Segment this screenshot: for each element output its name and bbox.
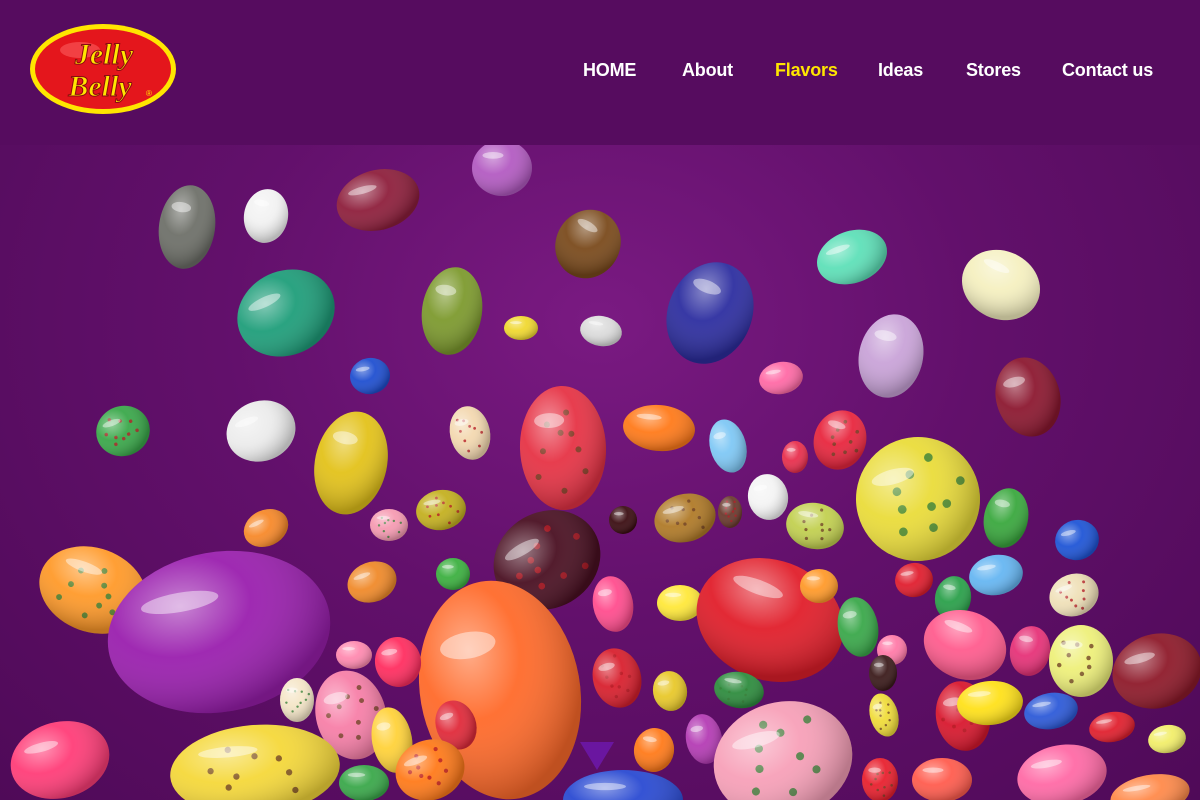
jelly-bean bbox=[718, 496, 742, 528]
jelly-bean bbox=[1148, 724, 1186, 754]
jelly-bean bbox=[862, 758, 898, 800]
jelly-bean bbox=[923, 609, 1007, 681]
jelly-bean bbox=[709, 419, 747, 473]
jelly-bean bbox=[813, 410, 867, 470]
jelly-beans-illustration bbox=[10, 145, 1200, 800]
jelly-bean bbox=[336, 641, 372, 669]
jelly-bean bbox=[623, 404, 695, 452]
jelly-bean bbox=[370, 509, 408, 541]
nav-flavors[interactable]: Flavors bbox=[775, 60, 838, 81]
jelly-bean bbox=[1089, 711, 1135, 743]
jelly-bean bbox=[895, 562, 933, 598]
jelly-bean bbox=[912, 758, 972, 800]
jelly-bean bbox=[654, 493, 716, 543]
jelly-bean bbox=[657, 585, 703, 621]
jelly-bean bbox=[858, 314, 924, 398]
jelly-bean bbox=[336, 169, 420, 231]
jelly-bean bbox=[869, 655, 897, 691]
jelly-bean bbox=[869, 693, 899, 737]
jelly-bean bbox=[817, 229, 887, 285]
main-navigation: HOME About Flavors Ideas Stores Contact … bbox=[0, 60, 1200, 86]
chevron-down-icon[interactable] bbox=[580, 742, 614, 770]
jelly-bean bbox=[243, 189, 289, 243]
jelly-bean bbox=[158, 185, 216, 269]
jelly-bean bbox=[592, 648, 642, 708]
nav-ideas[interactable]: Ideas bbox=[878, 60, 923, 81]
jelly-bean bbox=[666, 262, 754, 364]
jelly-bean bbox=[170, 724, 340, 800]
jelly-bean bbox=[747, 474, 789, 520]
jelly-bean bbox=[759, 361, 803, 395]
jelly-bean bbox=[995, 357, 1061, 437]
jelly-bean bbox=[1049, 625, 1113, 697]
jelly-bean bbox=[983, 488, 1029, 548]
jelly-bean bbox=[350, 357, 390, 395]
registered-mark: ® bbox=[146, 89, 152, 98]
jelly-bean bbox=[10, 721, 110, 799]
jelly-bean bbox=[1112, 633, 1200, 709]
jelly-bean bbox=[782, 441, 808, 473]
jelly-bean bbox=[1017, 744, 1107, 800]
jelly-bean bbox=[226, 400, 296, 462]
hero-jelly-beans-image bbox=[0, 145, 1200, 800]
site-header: Jelly Belly ® HOME About Flavors Ideas S… bbox=[0, 0, 1200, 145]
jelly-bean bbox=[652, 671, 688, 711]
jelly-bean bbox=[96, 405, 150, 457]
nav-contact-us[interactable]: Contact us bbox=[1062, 60, 1153, 81]
jelly-bean bbox=[592, 576, 634, 632]
jelly-bean bbox=[421, 267, 483, 355]
jelly-bean bbox=[837, 597, 879, 657]
nav-home[interactable]: HOME bbox=[583, 60, 636, 81]
jelly-bean bbox=[347, 561, 397, 603]
jelly-bean bbox=[1110, 774, 1190, 800]
jelly-bean bbox=[280, 678, 314, 722]
jelly-bean bbox=[633, 728, 675, 772]
jelly-bean bbox=[1055, 519, 1099, 561]
jelly-bean bbox=[416, 489, 466, 531]
jelly-bean bbox=[436, 558, 470, 590]
nav-about[interactable]: About bbox=[682, 60, 733, 81]
jelly-bean bbox=[696, 558, 844, 682]
nav-stores[interactable]: Stores bbox=[966, 60, 1021, 81]
jelly-bean bbox=[609, 506, 637, 534]
jelly-bean bbox=[519, 386, 607, 510]
jelly-bean bbox=[314, 411, 388, 515]
jelly-bean bbox=[1009, 626, 1051, 676]
jelly-bean bbox=[243, 509, 289, 547]
jelly-bean bbox=[1049, 573, 1099, 617]
jelly-bean bbox=[472, 145, 532, 196]
jelly-bean bbox=[786, 502, 844, 550]
jelly-bean bbox=[339, 765, 389, 800]
jelly-bean bbox=[800, 569, 838, 603]
jelly-bean bbox=[580, 315, 622, 347]
jelly-bean bbox=[374, 637, 422, 687]
jelly-bean bbox=[237, 269, 335, 357]
jelly-bean bbox=[969, 554, 1023, 596]
jelly-bean bbox=[555, 209, 621, 279]
jelly-bean bbox=[962, 249, 1040, 321]
jelly-bean bbox=[449, 406, 491, 460]
jelly-bean bbox=[563, 770, 683, 800]
jelly-bean bbox=[504, 316, 538, 340]
